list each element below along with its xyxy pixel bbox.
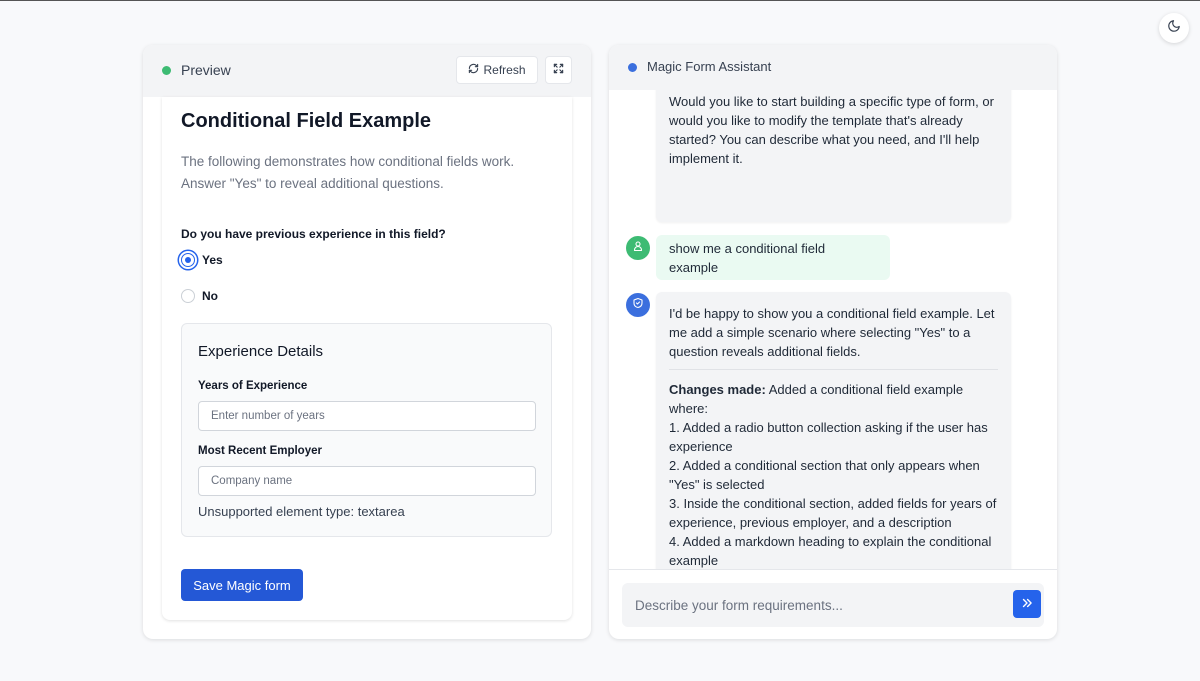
employer-input[interactable] [198,466,536,496]
change-item-1: 1. Added a radio button collection askin… [669,420,988,454]
assistant-message-text: Would you like to start building a speci… [669,94,994,166]
experience-details-title: Experience Details [198,343,324,360]
message-divider [669,369,998,370]
radio-yes-label: Yes [202,253,223,267]
form-card: Conditional Field Example The following … [162,97,572,620]
assistant-message: I'd be happy to show you a conditional f… [656,292,1011,570]
years-input[interactable] [198,401,536,431]
changes-summary: Changes made: Added a conditional field … [669,380,998,418]
experience-question: Do you have previous experience in this … [181,227,446,241]
chat-input[interactable] [622,583,1002,627]
user-icon [632,239,644,257]
chat-messages[interactable]: Would you like to start building a speci… [609,90,1057,570]
preview-title: Preview [181,62,231,78]
chat-divider [609,569,1057,570]
radio-option-no[interactable]: No [181,289,218,303]
experience-details-section: Experience Details Years of Experience M… [181,323,552,537]
radio-no-label: No [202,289,218,303]
double-chevron-right-icon [1020,596,1034,613]
change-item-2: 2. Added a conditional section that only… [669,458,980,492]
chat-input-container [622,583,1044,627]
chat-panel: Magic Form Assistant Would you like to s… [609,45,1057,639]
user-message: show me a conditional field example [656,235,890,280]
preview-status-dot [162,66,171,75]
employer-label: Most Recent Employer [198,445,322,457]
preview-panel: Preview Refresh Conditional Field Exampl… [143,45,591,639]
radio-no-button[interactable] [181,289,195,303]
expand-icon [553,61,564,79]
assistant-message: Would you like to start building a speci… [656,90,1011,222]
form-description: The following demonstrates how condition… [181,154,515,191]
change-item-3: 3. Inside the conditional section, added… [669,496,997,530]
user-avatar [626,236,650,260]
refresh-button[interactable]: Refresh [456,56,538,84]
change-item-4: 4. Added a markdown heading to explain t… [669,534,992,568]
radio-option-yes[interactable]: Yes [181,253,223,267]
moon-icon [1167,19,1181,38]
assistant-avatar [626,293,650,317]
send-button[interactable] [1013,590,1041,618]
save-magic-form-button[interactable]: Save Magic form [181,569,303,601]
user-message-text: show me a conditional field example [669,240,826,275]
preview-header: Preview Refresh [143,45,591,97]
chat-header: Magic Form Assistant [609,45,1057,90]
radio-yes-button[interactable] [181,253,195,267]
shield-icon [632,296,644,314]
years-label: Years of Experience [198,380,308,392]
changes-made-label: Changes made: [669,382,766,397]
refresh-button-label: Refresh [483,63,526,77]
assistant-status-dot [628,63,637,72]
chat-title: Magic Form Assistant [647,59,772,74]
expand-button[interactable] [545,56,572,84]
theme-toggle-button[interactable] [1159,13,1189,43]
unsupported-element-text: Unsupported element type: textarea [198,504,405,519]
refresh-icon [468,63,479,77]
assistant-intro-text: I'd be happy to show you a conditional f… [669,306,995,359]
form-title: Conditional Field Example [181,110,432,132]
